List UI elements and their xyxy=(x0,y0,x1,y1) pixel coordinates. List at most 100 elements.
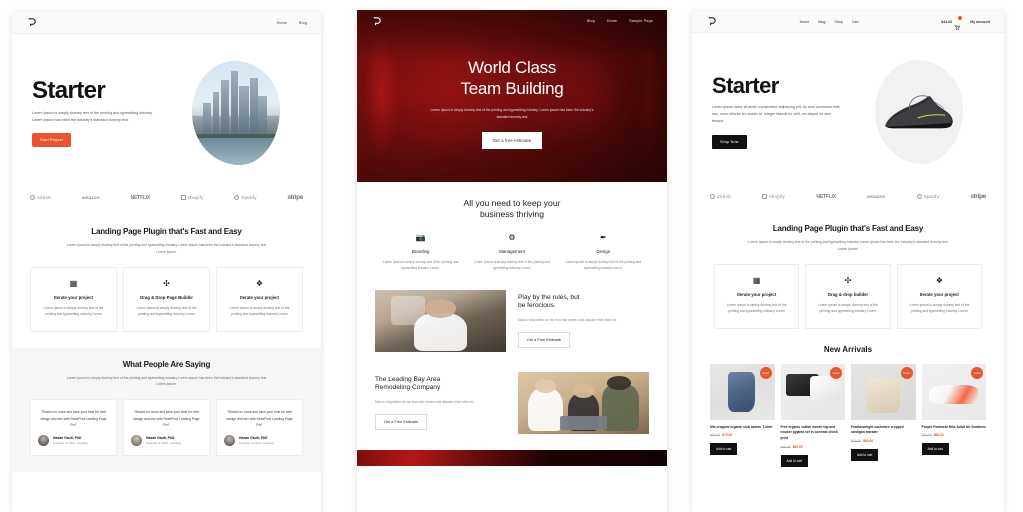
my-account-link[interactable]: My account xyxy=(970,20,990,24)
feature-card-text: Lorem Ipsum is simply dummy text of the … xyxy=(818,302,878,313)
logo-airbnb: airbnb xyxy=(30,195,51,200)
brand-logo-icon[interactable] xyxy=(706,16,717,27)
feature-card[interactable]: ✣ Drag & Drop Page Builder Lorem Ipsum i… xyxy=(123,266,210,332)
product-card[interactable]: Sale! Featherweight cashmere cropped car… xyxy=(851,363,916,467)
sale-badge: Sale! xyxy=(759,366,772,379)
laptop-shape xyxy=(559,416,608,430)
feature-card[interactable]: ▦ Iterate your project Lorem Ipsum is si… xyxy=(30,266,117,332)
get-free-estimate-button[interactable]: Get a Free Estimate xyxy=(375,414,427,431)
product-card[interactable]: Sale! Free organic cotton woven top and … xyxy=(780,363,846,467)
product-card[interactable]: Sale! People Footwear Nike Adult Air Sne… xyxy=(921,363,986,467)
feature-item: ⚙ Management Lorem Ipsum is simply dummy… xyxy=(470,234,553,271)
head-shape xyxy=(424,299,457,318)
logo-amazon: amazon xyxy=(82,195,100,200)
feature-title: Management xyxy=(499,249,525,255)
feature-card-title: Iterate your project xyxy=(54,294,93,300)
add-to-cart-button[interactable]: Add to cart xyxy=(851,449,879,462)
panel-3-shop-section: New Arrivals Sale! Mix cropped organic s… xyxy=(692,343,1004,481)
product-card[interactable]: Sale! Mix cropped organic slub sateen T-… xyxy=(710,363,775,467)
brand-logo-icon[interactable] xyxy=(371,16,382,27)
split-body: Manus voluptatem ac nisi importan omnis … xyxy=(375,400,474,405)
logo-label: Spotify xyxy=(923,194,940,199)
person-left xyxy=(528,387,563,431)
panel-1-hero-media xyxy=(172,61,301,165)
chart-icon: ▦ xyxy=(69,278,78,288)
nav-link-sample-page[interactable]: Sample Page xyxy=(629,19,653,23)
section-title: Landing Page Plugin that's Fast and Easy xyxy=(91,227,242,236)
feature-card[interactable]: ❖ Iterate your project Lorem Ipsum is si… xyxy=(896,263,982,329)
get-free-estimate-button[interactable]: Get a Free Estimate xyxy=(518,332,570,349)
denim-jacket-photo[interactable]: Sale! xyxy=(710,363,775,420)
feature-card-grid: ▦ Iterate your project Lorem Ipsum is si… xyxy=(30,266,303,332)
product-price: $99.99 $89.50 xyxy=(781,445,846,449)
nav-link-home[interactable]: Home xyxy=(277,21,287,25)
testimonial-grid: “Search no more and save your time for w… xyxy=(30,399,303,456)
puzzle-icon: ❖ xyxy=(935,275,943,285)
nav-link-blog[interactable]: Blog xyxy=(818,20,825,24)
building xyxy=(239,85,249,138)
panel-starter-shop[interactable]: Home Blog Shop Cart $44.00 My account St… xyxy=(682,0,1015,512)
feature-card[interactable]: ▦ Iterate your project Lorem Ipsum is si… xyxy=(714,263,800,329)
hero-title-line2: Team Building xyxy=(460,78,564,98)
nav-link-home[interactable]: Home xyxy=(800,20,810,24)
shop-section-title: New Arrivals xyxy=(823,344,873,354)
logo-label: airbnb xyxy=(717,194,731,199)
feature-card-grid: ▦ Iterate your project Lorem Ipsum is si… xyxy=(714,263,982,329)
cart-summary[interactable]: $44.00 xyxy=(941,16,963,30)
panel-team-building[interactable]: Blog Home Sample Page World Class Team B… xyxy=(341,0,674,512)
start-project-button[interactable]: Start Project xyxy=(32,133,71,148)
nav-link-blog[interactable]: Blog xyxy=(587,19,595,23)
feature-card-title: Iterate your project xyxy=(737,291,777,297)
feature-text: Lorem Ipsum is simply dummy text of the … xyxy=(474,260,550,271)
spotify-icon xyxy=(916,194,922,199)
nav-link-cart[interactable]: Cart xyxy=(852,20,859,24)
team-with-laptop-photo xyxy=(518,371,649,434)
split-title-line1: Play by the rules, but xyxy=(518,293,580,301)
testimonial-author: Hasan Gault, PhD Founder & CEO, Leading xyxy=(38,434,109,446)
feature-card[interactable]: ✣ Drag & drop builder Lorem Ipsum is sim… xyxy=(805,263,891,329)
logo-label: stripe xyxy=(970,193,986,200)
cart-total: $44.00 xyxy=(941,19,953,24)
panel-2-split-block-2: The Leading Bay Area Remodeling Company … xyxy=(357,358,667,440)
panel-1-nav-links: Home Blog xyxy=(277,21,307,25)
nav-link-shop[interactable]: Shop xyxy=(834,20,842,24)
product-name: Featherweight cashmere cropped cardigan … xyxy=(851,424,904,435)
author-name: Hasan Gault, PhD xyxy=(239,435,268,440)
cart-icon[interactable] xyxy=(954,16,963,30)
panel-3-hero-copy: Starter Lorem ipsum dolor sit amet, cons… xyxy=(712,75,853,149)
product-old-price: $99.00 xyxy=(851,439,862,444)
building xyxy=(220,79,230,138)
avatar xyxy=(224,434,235,446)
tee-and-boots-photo[interactable]: Sale! xyxy=(780,363,845,420)
add-to-cart-button[interactable]: Add to cart xyxy=(921,443,949,456)
shop-now-button[interactable]: Shop Now xyxy=(712,134,747,149)
logo-netflix: NETFLIX xyxy=(130,194,151,201)
feature-card[interactable]: ❖ Iterate your project Lorem Ipsum is si… xyxy=(216,266,303,332)
section-subtitle: Lorem Ipsum is simply dummy text of the … xyxy=(66,243,267,254)
panel-1-features-section: Landing Page Plugin that's Fast and Easy… xyxy=(12,215,321,348)
sneaker-illustration xyxy=(884,95,953,129)
brand-logo-icon[interactable] xyxy=(26,17,37,28)
cardigan-photo[interactable]: Sale! xyxy=(851,363,916,420)
testimonial-quote: “Search no more and save your time for w… xyxy=(40,410,107,427)
avatar xyxy=(131,434,142,446)
add-to-cart-button[interactable]: Add to cart xyxy=(710,443,738,456)
shopify-icon xyxy=(180,195,186,200)
section-title-line2: business thriving xyxy=(479,209,544,220)
building xyxy=(231,71,239,138)
panel-starter-agency[interactable]: Home Blog Starter Lorem Ipsum is simply … xyxy=(0,0,333,512)
sneaker-photo[interactable]: Sale! xyxy=(921,363,986,420)
add-to-cart-button[interactable]: Add to cart xyxy=(780,454,808,467)
sneaker-photo xyxy=(874,60,963,164)
testimonial-quote: “Search no more and save your time for w… xyxy=(226,410,293,427)
nav-link-home[interactable]: Home xyxy=(607,19,617,23)
feature-card-title: Drag & drop builder xyxy=(827,291,869,297)
panel-1-hero-copy: Starter Lorem Ipsum is simply dummy text… xyxy=(32,78,172,148)
get-free-estimate-button[interactable]: Get a free estimate xyxy=(481,131,543,149)
nav-link-blog[interactable]: Blog xyxy=(299,21,307,25)
feature-title: Branding xyxy=(411,249,430,255)
testimonial-card: “Search no more and save your time for w… xyxy=(123,399,210,456)
logo-label: NETFLIX xyxy=(130,194,151,201)
testimonial-author: Hasan Gault, PhD Founder & CEO, Leading xyxy=(224,434,295,446)
product-name: Free organic cotton woven top and trouse… xyxy=(780,424,838,441)
